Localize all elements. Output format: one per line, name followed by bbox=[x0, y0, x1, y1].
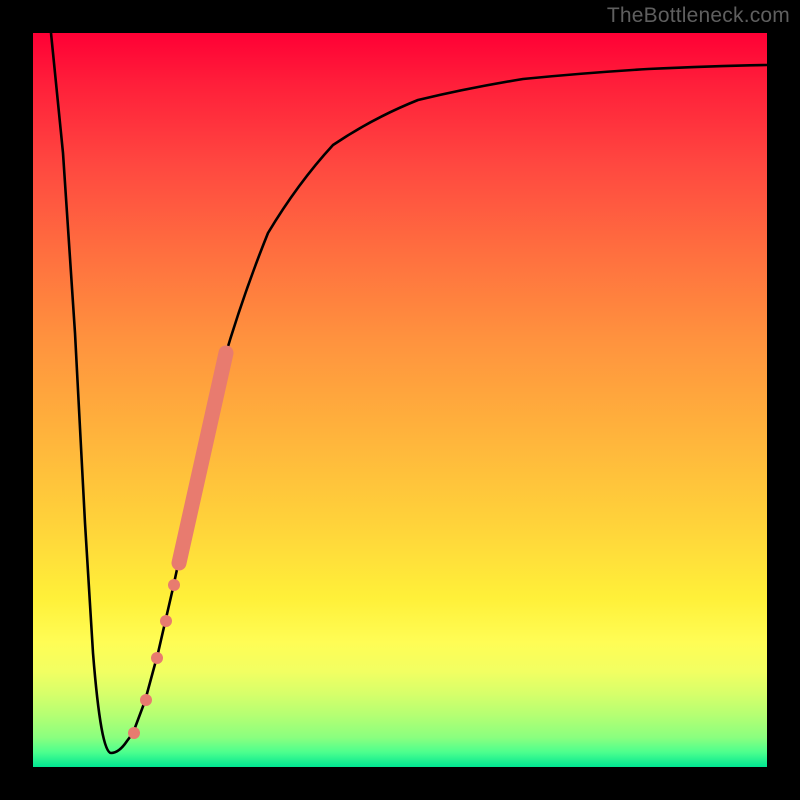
data-marker bbox=[168, 579, 180, 591]
bottleneck-curve bbox=[51, 33, 767, 753]
chart-svg bbox=[33, 33, 767, 767]
watermark-text: TheBottleneck.com bbox=[607, 4, 790, 28]
plot-area bbox=[33, 33, 767, 767]
data-marker bbox=[151, 652, 163, 664]
data-marker bbox=[160, 615, 172, 627]
data-marker bbox=[128, 727, 140, 739]
chart-frame: TheBottleneck.com bbox=[0, 0, 800, 800]
marker-cluster-segment bbox=[179, 353, 226, 563]
data-marker bbox=[140, 694, 152, 706]
